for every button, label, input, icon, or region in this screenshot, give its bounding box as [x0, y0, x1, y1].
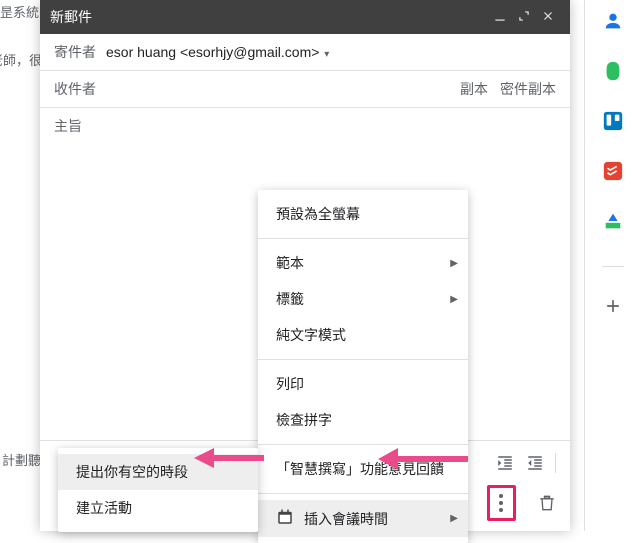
menu-templates[interactable]: 範本▶ — [258, 245, 468, 281]
chevron-right-icon: ▶ — [450, 294, 458, 305]
from-label: 寄件者 — [54, 42, 96, 62]
trello-icon[interactable] — [602, 110, 624, 132]
menu-print[interactable]: 列印 — [258, 366, 468, 402]
more-options-menu: 預設為全螢幕 範本▶ 標籤▶ 純文字模式 列印 檢查拼字 「智慧撰寫」功能意見回… — [258, 190, 468, 543]
expand-icon[interactable] — [512, 9, 536, 26]
more-options-button[interactable] — [487, 485, 516, 521]
app-icon[interactable] — [602, 210, 624, 232]
from-value: esor huang <esorhjy@gmail.com> ▾ — [106, 44, 556, 60]
from-row[interactable]: 寄件者 esor huang <esorhjy@gmail.com> ▾ — [40, 34, 570, 71]
chevron-right-icon: ▶ — [450, 258, 458, 269]
chevron-right-icon: ▶ — [450, 513, 458, 524]
menu-plain-text[interactable]: 純文字模式 — [258, 317, 468, 353]
annotation-arrow-1 — [194, 448, 264, 471]
close-icon[interactable] — [536, 9, 560, 26]
chevron-down-icon: ▾ — [321, 49, 329, 60]
trash-icon[interactable] — [534, 488, 560, 518]
compose-title: 新郵件 — [50, 7, 488, 27]
submenu-create-event[interactable]: 建立活動 — [58, 490, 258, 526]
side-panel — [584, 0, 640, 531]
cc-link[interactable]: 副本 — [460, 79, 488, 99]
bcc-link[interactable]: 密件副本 — [500, 79, 556, 99]
to-row[interactable]: 收件者 副本 密件副本 — [40, 71, 570, 108]
menu-default-fullscreen[interactable]: 預設為全螢幕 — [258, 196, 468, 232]
indent-more-icon[interactable] — [521, 449, 549, 477]
contacts-icon[interactable] — [602, 10, 624, 32]
bg-text-2: 老師，很 — [0, 50, 42, 69]
minimize-icon[interactable] — [488, 9, 512, 26]
add-addon-icon[interactable] — [602, 295, 624, 317]
evernote-panel-icon[interactable] — [602, 60, 624, 82]
todoist-icon[interactable] — [602, 160, 624, 182]
menu-spellcheck[interactable]: 檢查拼字 — [258, 402, 468, 438]
bg-text-3: · 計劃聽 — [0, 450, 41, 469]
calendar-icon — [276, 508, 294, 529]
to-label: 收件者 — [54, 79, 96, 99]
compose-header: 新郵件 — [40, 0, 570, 34]
indent-less-icon[interactable] — [491, 449, 519, 477]
background-text: 昰系統針 老師，很 · 計劃聽 — [0, 0, 40, 531]
menu-insert-meeting[interactable]: 插入會議時間 ▶ — [258, 500, 468, 537]
menu-labels[interactable]: 標籤▶ — [258, 281, 468, 317]
annotation-arrow-2 — [378, 448, 468, 473]
subject-label: 主旨 — [54, 116, 82, 136]
subject-row[interactable]: 主旨 — [40, 108, 570, 144]
